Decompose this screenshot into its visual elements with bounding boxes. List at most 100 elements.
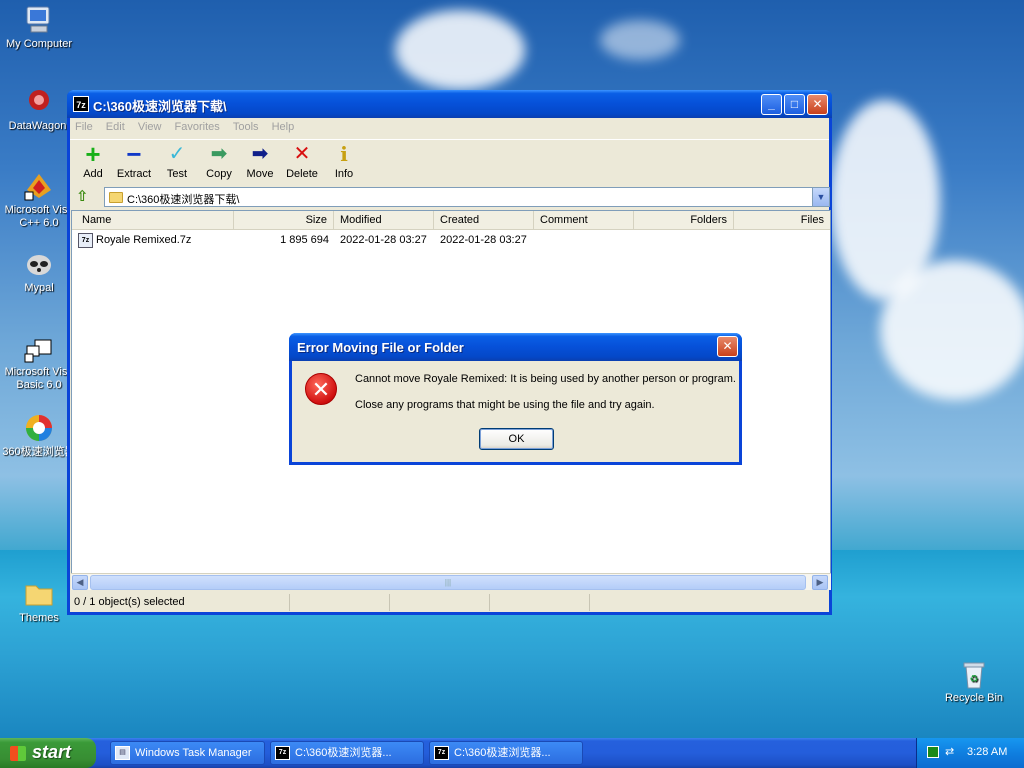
delete-button[interactable]: ✕ Delete xyxy=(282,143,322,180)
column-comment[interactable]: Comment xyxy=(534,211,634,230)
dialog-title: Error Moving File or Folder xyxy=(297,340,464,355)
test-button[interactable]: ✓ Test xyxy=(157,143,197,180)
address-text: C:\360极速浏览器下载\ xyxy=(127,194,240,206)
address-bar: ⇧ C:\360极速浏览器下载\ ▼ xyxy=(70,185,830,209)
menu-help[interactable]: Help xyxy=(267,118,300,136)
mypal-icon xyxy=(23,248,55,280)
task-label: C:\360极速浏览器... xyxy=(295,747,392,759)
delete-label: Delete xyxy=(286,168,318,180)
menu-favorites[interactable]: Favorites xyxy=(170,118,225,136)
computer-icon xyxy=(23,4,55,36)
menu-file[interactable]: File xyxy=(70,118,98,136)
svg-text:♻: ♻ xyxy=(970,674,979,685)
extract-button[interactable]: − Extract xyxy=(114,139,154,180)
cloud xyxy=(395,10,525,90)
scroll-thumb[interactable]: ||| xyxy=(90,575,806,590)
desktop-icon-label: My Computer xyxy=(5,38,73,50)
desktop-icon-my-computer[interactable]: My Computer xyxy=(0,4,78,51)
vb6-icon xyxy=(23,332,55,364)
menu-tools[interactable]: Tools xyxy=(228,118,264,136)
dialog-titlebar[interactable]: Error Moving File or Folder ✕ xyxy=(289,333,742,361)
info-label: Info xyxy=(334,168,354,180)
vc6-icon xyxy=(23,170,55,202)
column-name[interactable]: Name xyxy=(76,211,234,230)
up-folder-icon[interactable]: ⇧ xyxy=(76,188,94,206)
folder-icon xyxy=(109,192,123,203)
dialog-message-2: Close any programs that might be using t… xyxy=(355,399,655,411)
task-label: Windows Task Manager xyxy=(135,747,252,759)
copy-arrow-icon: ➡ xyxy=(210,143,228,165)
folder-icon xyxy=(23,578,55,610)
system-tray: ⇄ 3:28 AM xyxy=(916,738,1024,768)
info-icon: i xyxy=(340,142,348,166)
7z-file-icon: 7z xyxy=(78,233,93,248)
move-button[interactable]: ➡ Move xyxy=(240,143,280,180)
check-icon: ✓ xyxy=(168,143,186,165)
column-size[interactable]: Size xyxy=(234,211,334,230)
toolbar: + Add − Extract ✓ Test ➡ Copy ➡ Move ✕ D… xyxy=(70,139,829,183)
dialog-close-button[interactable]: ✕ xyxy=(717,336,738,357)
7zip-app-icon: 7z xyxy=(434,746,449,760)
cloud xyxy=(600,20,680,60)
scroll-right-icon[interactable]: ▶ xyxy=(812,575,828,590)
status-text: 0 / 1 object(s) selected xyxy=(70,594,290,611)
address-input[interactable]: C:\360极速浏览器下载\ ▼ xyxy=(104,187,830,207)
task-label: C:\360极速浏览器... xyxy=(454,747,551,759)
ok-button[interactable]: OK xyxy=(479,428,554,450)
menu-edit[interactable]: Edit xyxy=(101,118,130,136)
error-dialog: Error Moving File or Folder ✕ ✕ Cannot m… xyxy=(289,333,742,465)
copy-label: Copy xyxy=(206,168,232,180)
move-label: Move xyxy=(246,168,274,180)
minimize-button[interactable]: _ xyxy=(761,94,782,115)
add-label: Add xyxy=(83,168,103,180)
column-created[interactable]: Created xyxy=(434,211,534,230)
error-icon: ✕ xyxy=(305,373,337,405)
column-modified[interactable]: Modified xyxy=(334,211,434,230)
tray-network-icon[interactable]: ⇄ xyxy=(945,745,958,759)
copy-button[interactable]: ➡ Copy xyxy=(199,143,239,180)
status-segment xyxy=(390,594,490,611)
column-header: Name Size Modified Created Comment Folde… xyxy=(72,211,830,230)
file-size: 1 895 694 xyxy=(280,234,329,246)
clock[interactable]: 3:28 AM xyxy=(967,746,1007,758)
extract-label: Extract xyxy=(116,168,152,180)
window-title: C:\360极速浏览器下载\ xyxy=(93,99,227,114)
360-browser-icon xyxy=(23,412,55,444)
add-button[interactable]: + Add xyxy=(73,139,113,180)
taskbar: start ▤ Windows Task Manager 7z C:\360极速… xyxy=(0,738,1024,768)
task-button-task-manager[interactable]: ▤ Windows Task Manager xyxy=(110,741,265,765)
minus-icon: − xyxy=(126,139,142,169)
7zip-app-icon: 7z xyxy=(275,746,290,760)
column-folders[interactable]: Folders xyxy=(634,211,734,230)
window-titlebar[interactable]: 7z C:\360极速浏览器下载\ _ □ ✕ xyxy=(67,90,832,118)
menu-view[interactable]: View xyxy=(133,118,167,136)
test-label: Test xyxy=(166,168,188,180)
desktop-icon-recycle-bin[interactable]: ♻ Recycle Bin xyxy=(935,658,1013,705)
file-modified: 2022-01-28 03:27 xyxy=(340,234,427,246)
tray-app-icon[interactable] xyxy=(927,746,939,758)
recycle-bin-icon: ♻ xyxy=(958,658,990,690)
maximize-button[interactable]: □ xyxy=(784,94,805,115)
status-bar: 0 / 1 object(s) selected xyxy=(70,592,829,612)
horizontal-scrollbar[interactable]: ◀ ||| ▶ xyxy=(71,573,831,590)
close-button[interactable]: ✕ xyxy=(807,94,828,115)
windows-flag-icon xyxy=(10,746,26,761)
7zip-app-icon: 7z xyxy=(73,96,89,112)
task-manager-icon: ▤ xyxy=(115,746,130,760)
file-name: Royale Remixed.7z xyxy=(96,234,192,246)
scroll-left-icon[interactable]: ◀ xyxy=(72,575,88,590)
column-files[interactable]: Files xyxy=(734,211,830,230)
start-button[interactable]: start xyxy=(0,738,96,768)
delete-x-icon: ✕ xyxy=(293,143,311,165)
plus-icon: + xyxy=(85,139,101,169)
table-row[interactable]: 7z Royale Remixed.7z 1 895 694 2022-01-2… xyxy=(72,232,830,249)
info-button[interactable]: i Info xyxy=(324,143,364,180)
move-arrow-icon: ➡ xyxy=(251,143,269,165)
task-button-7zip-2[interactable]: 7z C:\360极速浏览器... xyxy=(429,741,583,765)
status-segment xyxy=(290,594,390,611)
desktop-icon-label: Recycle Bin xyxy=(944,692,1004,704)
start-label: start xyxy=(32,742,72,762)
chevron-down-icon[interactable]: ▼ xyxy=(812,188,829,206)
file-created: 2022-01-28 03:27 xyxy=(440,234,527,246)
task-button-7zip-1[interactable]: 7z C:\360极速浏览器... xyxy=(270,741,424,765)
